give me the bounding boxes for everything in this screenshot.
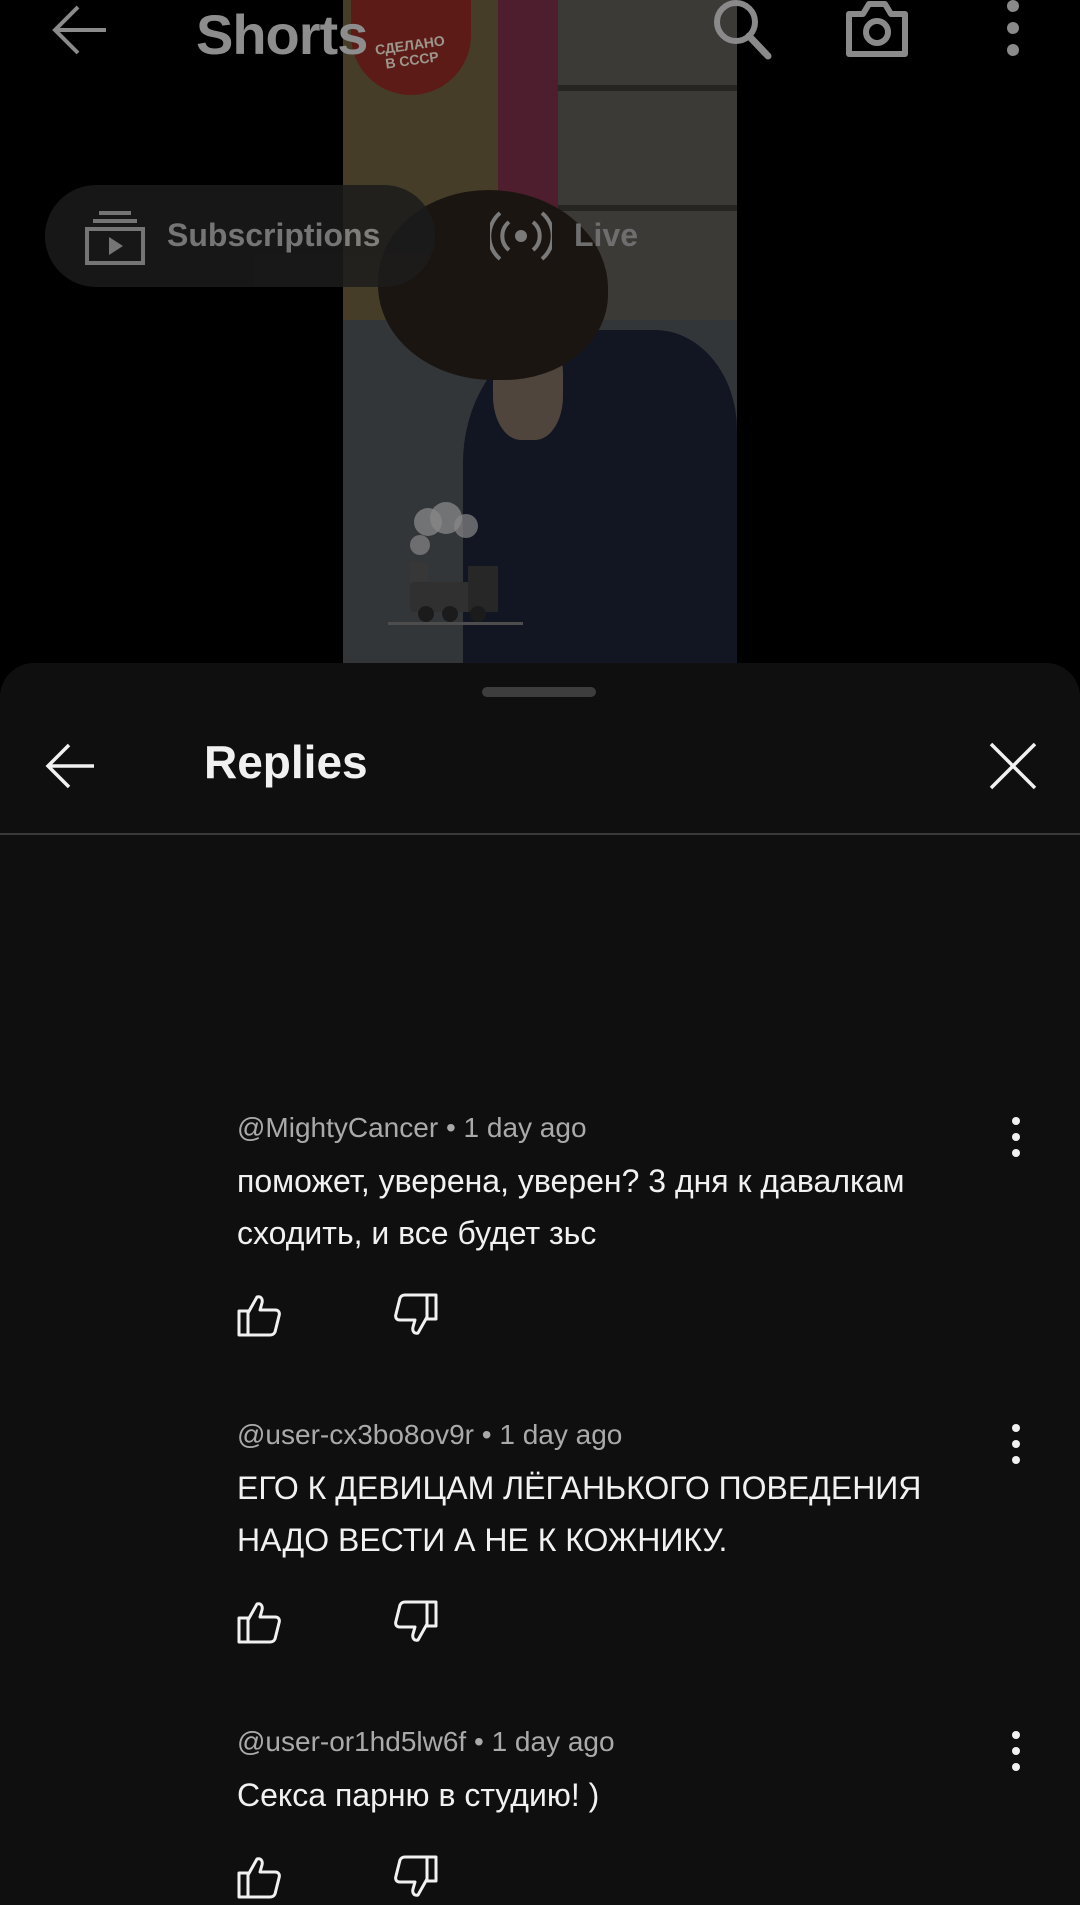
reply-item: @user-or1hd5lw6f • 1 day ago Секса парню… [237,1725,1037,1899]
subscriptions-icon [85,211,145,265]
more-vert-icon[interactable] [1005,1727,1027,1775]
meta-separator: • [445,1112,464,1143]
subscriptions-chip[interactable]: Subscriptions [45,185,435,287]
reply-item: @MightyCancer • 1 day ago поможет, увере… [237,1111,1037,1337]
reply-meta: @user-or1hd5lw6f • 1 day ago [237,1725,1037,1759]
shorts-background: СДЕЛАНО В СССР Shorts Subscriptions Live [0,0,1080,700]
reply-text: поможет, уверена, уверен? 3 дня к давалк… [237,1163,905,1251]
thumbs-up-icon[interactable] [237,1600,281,1644]
search-icon[interactable] [712,0,772,60]
meta-separator: • [473,1726,492,1757]
live-label: Live [574,217,639,253]
more-vert-icon[interactable] [1005,1113,1027,1161]
back-arrow-icon[interactable] [44,741,96,791]
reply-author[interactable]: @user-or1hd5lw6f [237,1726,466,1757]
reply-text: Секса парню в студию! ) [237,1777,600,1813]
replies-sheet: Replies @MightyCancer • 1 day ago поможе… [0,663,1080,1899]
more-vert-icon[interactable] [996,0,1030,60]
thumbs-down-icon[interactable] [394,1293,438,1337]
shorts-header: Shorts [0,0,1080,70]
reply-meta: @user-cx3bo8ov9r • 1 day ago [237,1418,1037,1452]
back-arrow-icon[interactable] [52,4,108,56]
reply-time: 1 day ago [463,1112,587,1143]
thumbs-up-icon[interactable] [237,1855,281,1899]
page-title: Shorts [196,3,368,66]
reply-actions [237,1600,438,1650]
more-vert-icon[interactable] [1005,1420,1027,1468]
live-icon [490,211,552,261]
reply-meta: @MightyCancer • 1 day ago [237,1111,1037,1145]
thumbs-up-icon[interactable] [237,1293,281,1337]
sheet-title: Replies [204,736,368,788]
reply-time: 1 day ago [499,1419,623,1450]
camera-icon[interactable] [845,0,909,60]
reply-author[interactable]: @user-cx3bo8ov9r [237,1419,474,1450]
subscriptions-label: Subscriptions [167,217,381,253]
thumbs-down-icon[interactable] [394,1855,438,1899]
drag-handle[interactable] [482,687,596,697]
thumbs-down-icon[interactable] [394,1600,438,1644]
reply-text: ЕГО К ДЕВИЦАМ ЛЁГАНЬКОГО ПОВЕДЕНИЯ НАДО … [237,1470,922,1558]
reply-item: @user-cx3bo8ov9r • 1 day ago ЕГО К ДЕВИЦ… [237,1418,1037,1644]
reply-time: 1 day ago [491,1726,615,1757]
divider [0,833,1080,835]
scrim-overlay[interactable] [0,0,1080,700]
close-icon[interactable] [988,741,1038,791]
reply-actions [237,1293,438,1343]
meta-separator: • [481,1419,500,1450]
reply-author[interactable]: @MightyCancer [237,1112,438,1143]
